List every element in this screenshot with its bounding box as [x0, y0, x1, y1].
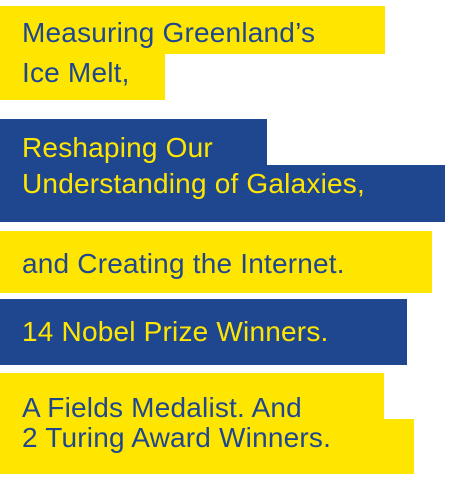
headline-internet-line1: and Creating the Internet. [22, 248, 345, 279]
headline-galaxies-line1: Reshaping Our [22, 132, 213, 163]
headline-greenland-line1: Measuring Greenland’s [22, 17, 316, 48]
headline-turing-line2: 2 Turing Award Winners. [22, 422, 332, 453]
headline-greenland-line1-bg: Measuring Greenland’s [0, 6, 385, 54]
headline-galaxies-line1-bg: Reshaping Our [0, 119, 267, 165]
headline-fields-line1-bg: A Fields Medalist. And [0, 373, 384, 423]
headline-nobel-bg: 14 Nobel Prize Winners. [0, 299, 407, 365]
headline-galaxies-line2: Understanding of Galaxies, [22, 168, 365, 199]
headline-greenland-line2: Ice Melt, [22, 57, 130, 88]
headline-internet-bg: and Creating the Internet. [0, 231, 432, 293]
headline-greenland-line2-bg: Ice Melt, [0, 54, 165, 100]
headline-nobel-line1: 14 Nobel Prize Winners. [22, 316, 329, 347]
headline-galaxies-line2-bg: Understanding of Galaxies, [0, 165, 445, 222]
headline-turing-line2-bg: 2 Turing Award Winners. [0, 419, 414, 474]
